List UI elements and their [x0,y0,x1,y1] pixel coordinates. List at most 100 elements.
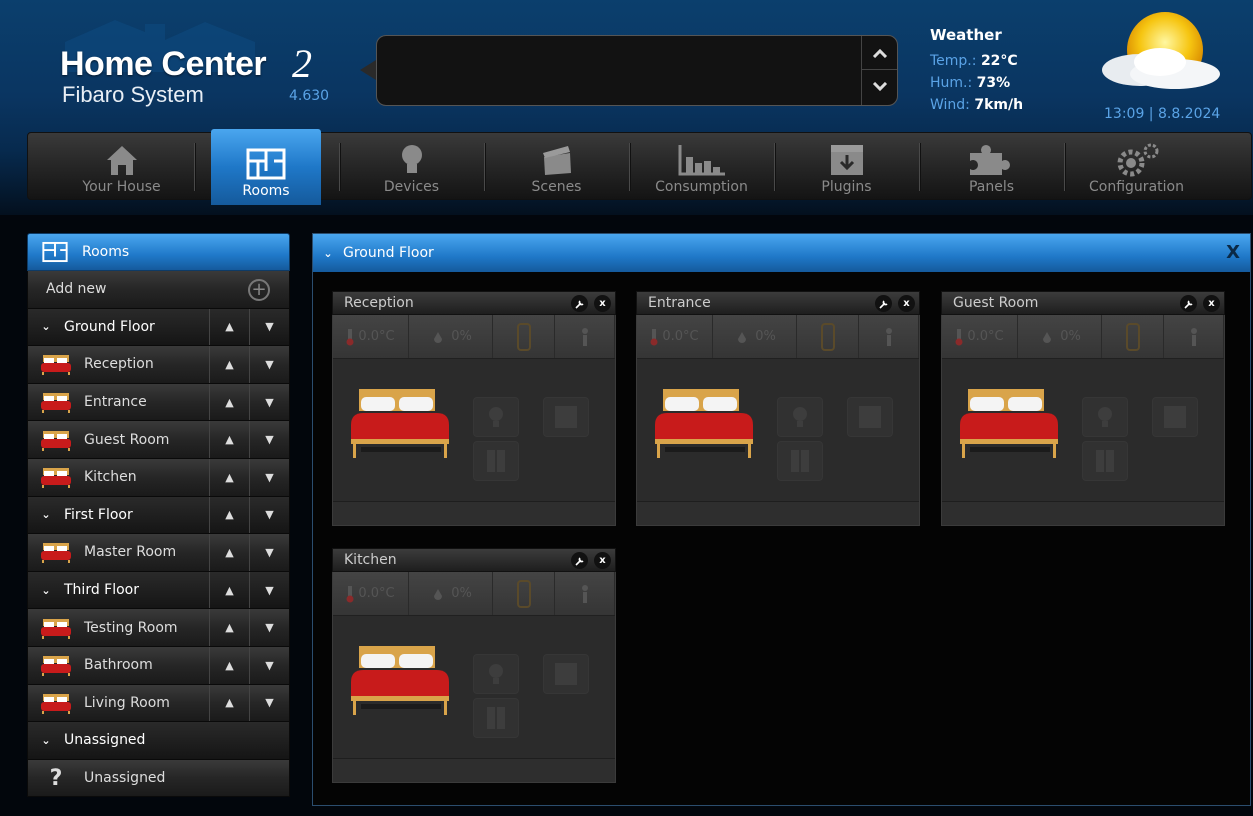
move-up-button[interactable]: ▲ [209,496,249,534]
chart-icon [678,145,725,176]
light-status-cell [493,572,555,615]
gears-icon [1117,143,1158,177]
room-card-body: 0.0°C 0% [941,315,1225,526]
humidity-icon [1043,331,1052,343]
door-device-button[interactable] [473,698,519,738]
move-up-button[interactable]: ▲ [209,308,249,346]
room-bed-icon [351,646,449,715]
move-down-button[interactable]: ▼ [249,458,289,496]
nav-rooms[interactable]: Rooms [211,129,321,205]
sidebar-item-reception[interactable]: Reception ▲ ▼ [27,346,290,384]
bed-icon [41,393,71,414]
move-up-button[interactable]: ▲ [209,534,249,571]
sidebar-item-guest-room[interactable]: Guest Room ▲ ▼ [27,421,290,459]
move-up-button[interactable]: ▲ [209,346,249,383]
edit-room-button[interactable] [1180,295,1197,312]
nav-scenes[interactable]: Scenes [484,133,629,201]
room-card-footer [942,501,1224,525]
bed-icon [41,693,71,714]
door-device-button[interactable] [1082,441,1128,481]
sidebar-item-master-room[interactable]: Master Room ▲ ▼ [27,534,290,572]
move-up-button[interactable]: ▲ [209,421,249,458]
delete-room-button[interactable]: x [1203,295,1220,312]
bulb-device-button[interactable] [473,654,519,694]
move-down-button[interactable]: ▼ [249,346,289,383]
room-card-title: Reception [344,295,414,311]
message-scroll-down-button[interactable] [862,70,897,104]
sidebar-item-unassigned[interactable]: ? Unassigned [27,759,290,798]
sidebar-floor-unassigned[interactable]: ⌄ Unassigned [27,722,290,760]
sidebar-header: Rooms [27,233,290,271]
delete-room-button[interactable]: x [594,552,611,569]
move-down-button[interactable]: ▼ [249,496,289,534]
door-sensor-icon [487,707,505,729]
floorplan-icon [42,241,68,263]
temperature-value: 0.0°C [662,329,699,344]
collapse-chevron-icon: ⌄ [41,508,51,522]
move-down-button[interactable]: ▼ [249,421,289,458]
nav-consumption[interactable]: Consumption [629,133,774,201]
edit-room-button[interactable] [571,295,588,312]
blind-device-button[interactable] [1152,397,1198,437]
move-up-button[interactable]: ▲ [209,458,249,496]
move-down-button[interactable]: ▼ [249,684,289,722]
message-scroll-up-button[interactable] [862,36,897,70]
move-up-button[interactable]: ▲ [209,383,249,421]
sidebar-floor-third[interactable]: ⌄ Third Floor ▲ ▼ [27,571,290,610]
bulb-device-button[interactable] [777,397,823,437]
nav-panels[interactable]: Panels [919,133,1064,201]
move-up-button[interactable]: ▲ [209,571,249,609]
door-status-cell [555,572,615,615]
blind-device-button[interactable] [847,397,893,437]
move-down-button[interactable]: ▼ [249,571,289,609]
sidebar-floor-first[interactable]: ⌄ First Floor ▲ ▼ [27,496,290,535]
nav-plugins[interactable]: Plugins [774,133,919,201]
door-device-button[interactable] [777,441,823,481]
thermometer-icon [346,328,354,345]
light-status-cell [1102,315,1164,358]
room-card-entrance: Entrance x 0.0°C 0% [636,291,920,526]
move-down-button[interactable]: ▼ [249,383,289,421]
weather-wind: Wind: 7km/h [930,97,1023,113]
nav-configuration[interactable]: Configuration [1064,133,1209,201]
room-card-body: 0.0°C 0% [332,315,616,526]
door-device-button[interactable] [473,441,519,481]
humidity-icon [434,588,443,600]
rooms-sidebar: Rooms Add new + ⌄ Ground Floor ▲ ▼ Recept… [27,233,290,798]
temperature-value: 0.0°C [967,329,1004,344]
blind-icon [859,406,881,428]
section-header[interactable]: ⌄ Ground Floor X [313,234,1250,272]
move-up-button[interactable]: ▲ [209,609,249,646]
edit-room-button[interactable] [875,295,892,312]
bulb-device-button[interactable] [1082,397,1128,437]
room-card-footer [637,501,919,525]
blind-device-button[interactable] [543,397,589,437]
collapse-chevron-icon: ⌄ [41,320,51,334]
move-up-button[interactable]: ▲ [209,646,249,684]
nav-devices[interactable]: Devices [339,133,484,201]
add-new-room-button[interactable]: Add new + [27,271,290,309]
sidebar-item-kitchen[interactable]: Kitchen ▲ ▼ [27,458,290,497]
move-down-button[interactable]: ▼ [249,308,289,346]
sidebar-item-bathroom[interactable]: Bathroom ▲ ▼ [27,646,290,685]
blind-device-button[interactable] [543,654,589,694]
move-down-button[interactable]: ▼ [249,646,289,684]
bed-icon [41,355,71,376]
move-up-button[interactable]: ▲ [209,684,249,722]
close-section-button[interactable]: X [1226,242,1240,263]
delete-room-button[interactable]: x [898,295,915,312]
move-down-button[interactable]: ▼ [249,609,289,646]
move-down-button[interactable]: ▼ [249,534,289,571]
delete-room-button[interactable]: x [594,295,611,312]
nav-your-house[interactable]: Your House [49,133,194,201]
bulb-device-button[interactable] [473,397,519,437]
edit-room-button[interactable] [571,552,588,569]
sidebar-item-living-room[interactable]: Living Room ▲ ▼ [27,684,290,723]
humidity-value: 0% [451,329,472,344]
nav-your-house-label: Your House [82,179,161,195]
sidebar-item-testing-room[interactable]: Testing Room ▲ ▼ [27,609,290,647]
message-scroll [861,36,897,105]
sidebar-floor-ground[interactable]: ⌄ Ground Floor ▲ ▼ [27,308,290,347]
sidebar-item-entrance[interactable]: Entrance ▲ ▼ [27,383,290,422]
light-switch-icon [1125,322,1140,351]
